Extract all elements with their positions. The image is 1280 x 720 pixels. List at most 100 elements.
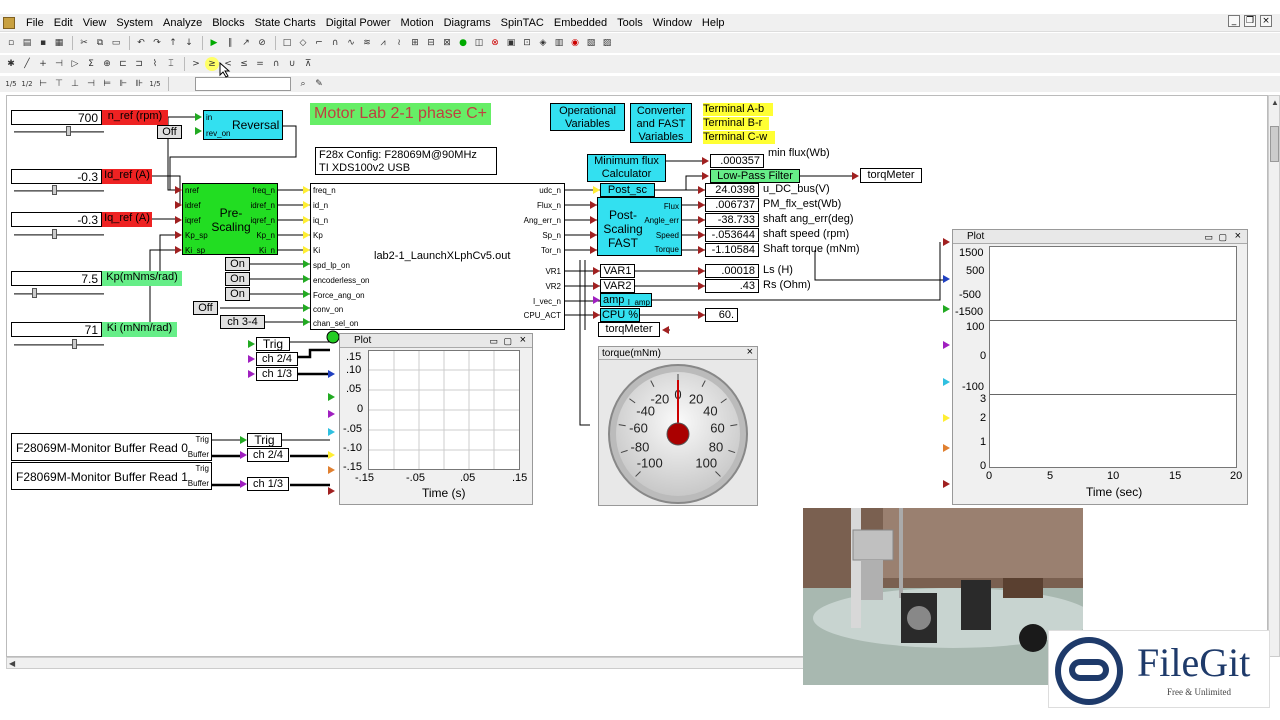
ch34-button[interactable]: ch 3-4 (220, 315, 265, 329)
pre-port-in: nref (185, 186, 199, 195)
pre-port-in: Kp_sp (185, 231, 208, 240)
out-file-label: lab2-1_LaunchXLphCv5.out (374, 250, 511, 262)
arrow-icon (698, 216, 705, 224)
plot-window-small[interactable]: Plot ▭ ▢ × .15 .10 .05 0 -.05 -.10 -.15 … (339, 333, 533, 505)
arrow-icon (702, 172, 709, 180)
n-ref-slider-thumb[interactable] (66, 126, 71, 136)
n-ref-slider[interactable] (14, 131, 104, 133)
udc-readout: 24.0398 (705, 183, 759, 197)
dsp-in-port: Ki (313, 246, 321, 255)
iq-ref-slider-thumb[interactable] (52, 229, 57, 239)
min-flux-calculator-block[interactable]: Minimum flux Calculator (587, 154, 666, 182)
id-ref-slider-thumb[interactable] (52, 185, 57, 195)
dsp-block[interactable]: freq_n id_n iq_n Kp Ki spd_lp_on encoder… (310, 183, 565, 330)
x-tick: 20 (1230, 470, 1243, 482)
x-tick: .05 (460, 472, 476, 484)
dsp-out-port: udc_n (539, 186, 561, 195)
reversal-off-button[interactable]: Off (157, 125, 182, 139)
ang-err-readout: -38.733 (705, 213, 759, 227)
x-tick: -.15 (355, 472, 374, 484)
arrow-icon (328, 487, 335, 495)
arrow-icon (303, 201, 310, 209)
maximize-icon[interactable]: ▢ (503, 334, 512, 348)
iq-ref-input[interactable]: -0.3 (11, 212, 102, 227)
ch13-block[interactable]: ch 1/3 (256, 367, 298, 381)
close-icon[interactable]: × (1235, 229, 1241, 243)
amp-label: amp (603, 294, 625, 306)
dsp-in-port: freq_n (313, 186, 336, 195)
plot-window-big[interactable]: Plot ▭ ▢ × 1500 500 -500 -1500 100 0 -10… (952, 229, 1248, 505)
pre-port-out: Ki_n (258, 246, 275, 255)
plot-title: Plot (354, 335, 372, 346)
cpu-block[interactable]: CPU % (600, 308, 640, 322)
dsp-in-port: conv_on (313, 305, 344, 314)
rs-readout: .43 (705, 279, 759, 293)
reversal-block[interactable]: in rev_on Reversal (203, 110, 283, 140)
arrow-icon (303, 275, 310, 283)
force-ang-on-button[interactable]: On (225, 287, 250, 301)
kp-slider-thumb[interactable] (32, 288, 37, 298)
trig-block[interactable]: Trig (256, 337, 290, 351)
dsp-out-port: Sp_n (542, 231, 561, 240)
post-out-port: Flux (663, 202, 679, 211)
gauge-dial: -100-80-60-40-20020406080100 (608, 364, 748, 504)
n-ref-input[interactable]: 700 (11, 110, 102, 125)
amp-block[interactable]: amp I_amp (600, 293, 652, 307)
iq-ref-slider[interactable] (14, 234, 104, 236)
arrow-icon (943, 305, 950, 313)
kp-slider[interactable] (14, 293, 104, 295)
post-sc-block[interactable]: Post_sc (600, 183, 655, 197)
id-ref-input[interactable]: -0.3 (11, 169, 102, 184)
reversal-label: Reversal (232, 118, 280, 132)
gauge-title-bar: torque(mNm) × (599, 346, 757, 360)
id-ref-label: Id_ref (A) (102, 169, 152, 184)
close-icon[interactable]: × (520, 333, 526, 347)
ki-slider-thumb[interactable] (72, 339, 77, 349)
kp-input[interactable]: 7.5 (11, 271, 102, 286)
filegit-name: FileGit (1137, 640, 1251, 685)
speed-readout: -.053644 (705, 228, 759, 242)
operational-variables-link[interactable]: Operational Variables (550, 103, 625, 131)
var1-block[interactable]: VAR1 (600, 264, 635, 278)
maximize-icon[interactable]: ▢ (1218, 230, 1227, 244)
lowpass-filter-block[interactable]: Low-Pass Filter (710, 169, 800, 183)
spd-lp-on-button[interactable]: On (225, 257, 250, 271)
monitor-port: Buffer (187, 479, 209, 488)
minimize-icon[interactable]: ▭ (1204, 230, 1213, 244)
ki-slider[interactable] (14, 344, 104, 346)
ch24-block[interactable]: ch 2/4 (256, 352, 298, 366)
x-tick: 0 (986, 470, 993, 482)
monitor-buffer-1[interactable]: F28069M-Monitor Buffer Read 1 Trig Buffe… (11, 462, 212, 490)
iq-ref-label: Iq_ref (A) (102, 212, 152, 227)
postscaling-fast-block[interactable]: Post-Scaling FAST Flux Angle_err Speed T… (597, 197, 682, 256)
gauge-window[interactable]: torque(mNm) × -100-80-60-40-200204060801… (598, 346, 758, 506)
dsp-out-port: CPU_ACT (523, 311, 561, 320)
prescaling-block[interactable]: nref idref iqref Kp_sp Ki_sp freq_n idre… (182, 183, 278, 255)
plot-area-big[interactable] (989, 246, 1237, 468)
ki-label: Ki (mNm/rad) (102, 322, 177, 337)
plot-area-small[interactable] (368, 350, 520, 470)
torqmeter-block[interactable]: torqMeter (598, 322, 660, 337)
plot-title: Plot (967, 231, 985, 242)
arrow-icon (590, 216, 597, 224)
ch24-block-2[interactable]: ch 2/4 (247, 448, 289, 462)
dsp-in-port: chan_sel_on (313, 319, 359, 328)
trig-block-2[interactable]: Trig (247, 433, 282, 447)
reversal-port-in: in (206, 113, 213, 122)
off-button[interactable]: Off (193, 301, 218, 315)
id-ref-slider[interactable] (14, 190, 104, 192)
arrow-icon (328, 466, 335, 474)
var2-block[interactable]: VAR2 (600, 279, 635, 293)
config-line2: TI XDS100v2 USB (319, 162, 411, 174)
monitor-buffer-0[interactable]: F28069M-Monitor Buffer Read 0 Trig Buffe… (11, 433, 212, 461)
gauge-tick-label: 20 (689, 391, 703, 406)
terminal-b-label: Terminal B-r (703, 117, 769, 130)
pre-port-out: Kp_n (256, 231, 275, 240)
y-tick: -.05 (343, 423, 362, 435)
encoderless-on-button[interactable]: On (225, 272, 250, 286)
converter-fast-variables-link[interactable]: Converter and FAST Variables (630, 103, 692, 143)
close-icon[interactable]: × (747, 346, 753, 359)
ch13-block-2[interactable]: ch 1/3 (247, 477, 289, 491)
ki-input[interactable]: 71 (11, 322, 102, 337)
minimize-icon[interactable]: ▭ (489, 334, 498, 348)
